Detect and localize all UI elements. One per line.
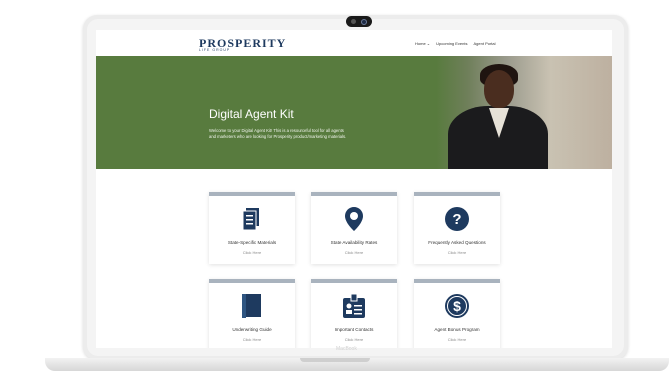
nav-upcoming-events[interactable]: Upcoming Events: [436, 41, 467, 46]
contact-badge-icon: [341, 293, 367, 319]
card-title: Important Contacts: [334, 327, 374, 332]
card-title: Agent Bonus Program: [434, 327, 480, 332]
card-state-specific-materials[interactable]: State-Specific Materials Click Here: [209, 192, 295, 264]
question-icon: ?: [444, 206, 470, 232]
document-icon: [239, 206, 265, 232]
card-underwriting-guide[interactable]: Underwriting Guide Click Here: [209, 279, 295, 348]
webcam: [346, 16, 372, 27]
laptop-notch: [300, 358, 370, 362]
card-title: Underwriting Guide: [232, 327, 272, 332]
logo-subtitle: LIFE GROUP: [199, 48, 231, 52]
hero-title: Digital Agent Kit: [209, 107, 294, 121]
card-title: State Availability Rates: [330, 240, 378, 245]
card-link[interactable]: Click Here: [209, 250, 295, 255]
hero-description: Welcome to your Digital Agent Kit! This …: [209, 128, 347, 140]
card-link[interactable]: Click Here: [414, 250, 500, 255]
book-icon: [239, 293, 265, 319]
nav-home[interactable]: Home ⌄: [415, 41, 430, 46]
site-header: PROSPERITY LIFE GROUP Home ⌄ Upcoming Ev…: [96, 30, 612, 56]
nav-agent-portal[interactable]: Agent Portal: [474, 41, 496, 46]
svg-text:$: $: [453, 298, 461, 314]
device-brand: MacBook: [336, 346, 357, 352]
hero-banner: Digital Agent Kit Welcome to your Digita…: [96, 56, 612, 169]
svg-text:?: ?: [452, 211, 461, 228]
card-state-availability-rates[interactable]: State Availability Rates Click Here: [311, 192, 397, 264]
browser-viewport: PROSPERITY LIFE GROUP Home ⌄ Upcoming Ev…: [96, 30, 612, 348]
card-faq[interactable]: ? Frequently Asked Questions Click Here: [414, 192, 500, 264]
main-nav: Home ⌄ Upcoming Events Agent Portal: [415, 41, 496, 46]
card-title: State-Specific Materials: [227, 240, 277, 245]
card-link[interactable]: Click Here: [311, 250, 397, 255]
dollar-icon: $: [444, 293, 470, 319]
location-pin-icon: [341, 206, 367, 232]
card-title: Frequently Asked Questions: [428, 240, 486, 245]
card-agent-bonus-program[interactable]: $ Agent Bonus Program Click Here: [414, 279, 500, 348]
card-link[interactable]: Click Here: [311, 337, 397, 342]
card-link[interactable]: Click Here: [414, 337, 500, 342]
card-important-contacts[interactable]: Important Contacts Click Here: [311, 279, 397, 348]
card-link[interactable]: Click Here: [209, 337, 295, 342]
